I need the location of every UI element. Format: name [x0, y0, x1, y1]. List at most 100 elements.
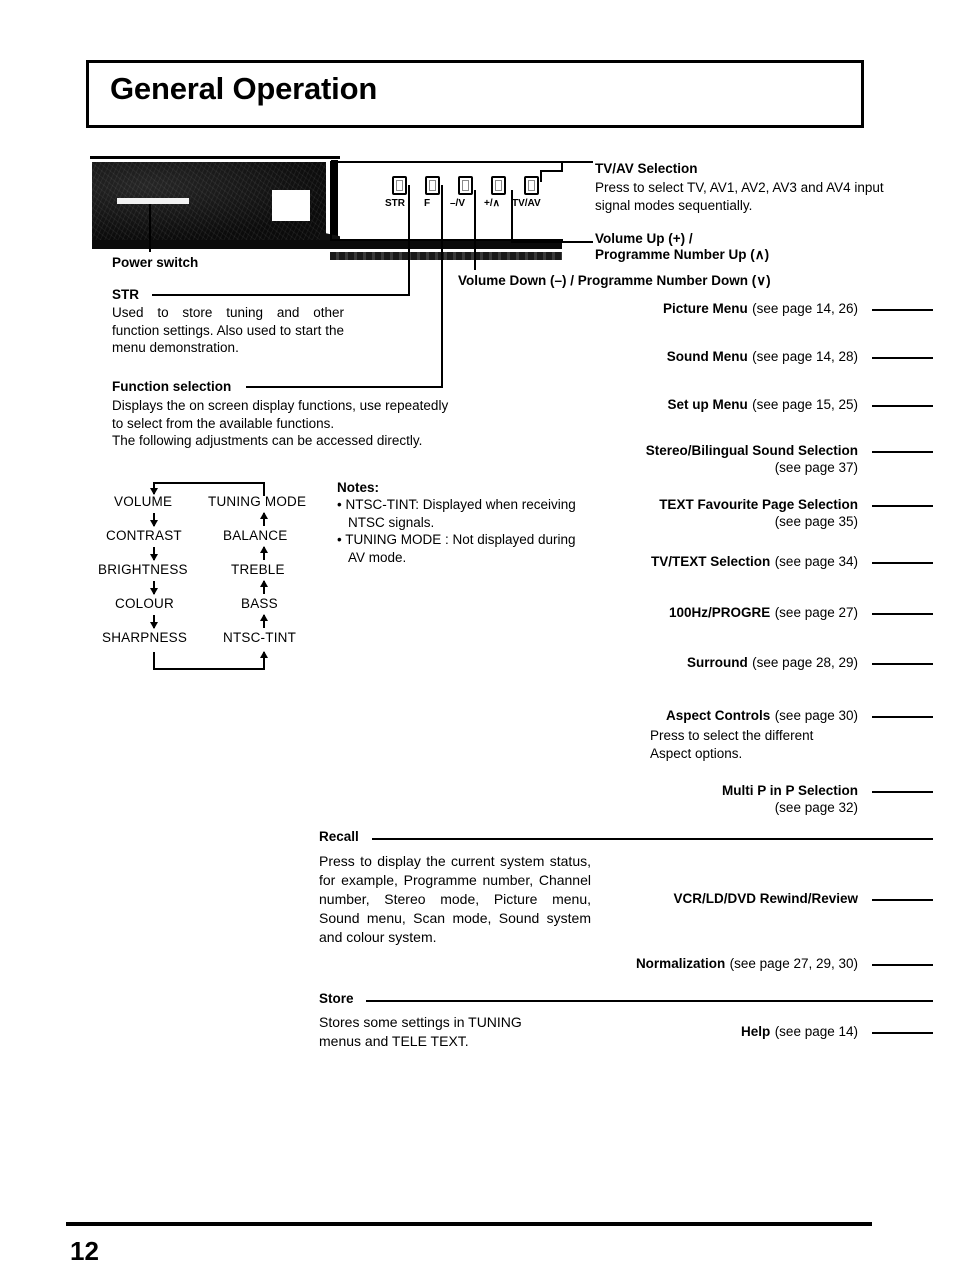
flow-left-4: COLOUR: [115, 596, 174, 611]
rc-leader-multi-pinp: [872, 791, 933, 793]
rc-normalization: Normalization (see page 27, 29, 30): [636, 955, 858, 973]
rc-surround-page: (see page 28, 29): [752, 655, 858, 670]
panel-bracket-top: [330, 161, 563, 163]
flow-arrow-r4: [260, 614, 268, 628]
rc-leader-text-favourite: [872, 505, 933, 507]
power-switch-leader: [149, 204, 151, 252]
flow-arrow-l4: [150, 615, 158, 629]
manual-page: General Operation Power switch STR F –/V…: [0, 0, 954, 1280]
rc-aspect-controls-name: Aspect Controls: [665, 708, 771, 723]
funcsel-line3: The following adjustments can be accesse…: [112, 433, 423, 448]
panel-button-label-f: F: [424, 198, 431, 209]
flow-right-4: BASS: [241, 596, 278, 611]
panel-button-f[interactable]: [425, 176, 440, 195]
rc-sound-menu: Sound Menu (see page 14, 28): [667, 348, 858, 366]
flow-arrow-r3: [260, 580, 268, 594]
store-line2: menus and TELE TEXT.: [319, 1033, 469, 1049]
callout-tvav: TV/AV Selection Press to select TV, AV1,…: [595, 161, 895, 214]
panel-button-str[interactable]: [392, 176, 407, 195]
rc-100hz-progre: 100Hz/PROGRE (see page 27): [669, 604, 858, 622]
flow-arrow-l3: [150, 581, 158, 595]
panel-bracket-left: [330, 161, 332, 241]
callout-volume-up: Volume Up (+) / Programme Number Up (∧): [595, 231, 769, 263]
rc-sound-menu-name: Sound Menu: [666, 349, 748, 364]
flow-arrow-into-ntsc: [260, 651, 268, 670]
notes-list: NTSC-TINT: Displayed when receiving NTSC…: [337, 496, 582, 566]
callout-store-heading: Store: [319, 991, 354, 1006]
rc-aspect-controls-page: (see page 30): [774, 708, 858, 723]
notes-block: Notes: NTSC-TINT: Displayed when receivi…: [337, 480, 582, 566]
note-item: TUNING MODE : Not displayed during AV mo…: [337, 531, 582, 566]
rc-leader-100hz-progre: [872, 613, 933, 615]
panel-button-label-voldown: –/V: [450, 198, 466, 209]
flow-top-bracket: [153, 482, 265, 484]
panel-button-volume-up[interactable]: [491, 176, 506, 195]
callout-volume-up-line2: Programme Number Up (∧): [595, 247, 769, 263]
callout-volume-down: Volume Down (–) / Programme Number Down …: [458, 273, 771, 288]
panel-button-volume-down[interactable]: [458, 176, 473, 195]
notes-title: Notes:: [337, 480, 380, 495]
rc-help-page: (see page 14): [774, 1024, 858, 1039]
flow-left-3: BRIGHTNESS: [98, 562, 188, 577]
rc-help-name: Help: [740, 1024, 771, 1039]
callout-function-selection: Function selection Displays the on scree…: [112, 379, 512, 450]
power-switch-label: Power switch: [112, 255, 199, 270]
flow-right-3: TREBLE: [231, 562, 285, 577]
callout-store-body: Stores some settings in TUNING menus and…: [319, 1013, 587, 1051]
aspect-line1: Press to select the different: [650, 728, 814, 743]
function-cycle-diagram: VOLUME CONTRAST BRIGHTNESS COLOUR SHARPN…: [98, 480, 338, 670]
note-item: NTSC-TINT: Displayed when receiving NTSC…: [337, 496, 582, 531]
recall-rule: [372, 838, 933, 840]
flow-arrow-r2: [260, 546, 268, 560]
page-number: 12: [70, 1236, 99, 1266]
rc-sound-menu-page: (see page 14, 28): [752, 349, 858, 364]
flow-right-1: TUNING MODE: [208, 494, 307, 509]
rc-100hz-progre-page: (see page 27): [774, 605, 858, 620]
rc-multi-pinp: Multi P in P Selection (see page 32): [722, 782, 858, 815]
rc-leader-tv-text: [872, 562, 933, 564]
aspect-line2: Aspect options.: [650, 745, 743, 761]
rc-normalization-name: Normalization: [635, 956, 726, 971]
callout-volume-up-line2-text: Programme Number Up (: [595, 247, 755, 262]
photo-highlight-rect: [272, 190, 310, 221]
voldown-leader-v: [474, 190, 476, 270]
callout-volume-up-line1: Volume Up (+) /: [595, 231, 693, 246]
bezel-strip-lower: [330, 252, 562, 260]
flow-bottom-bracket: [153, 668, 265, 670]
rc-aspect-controls-body: Press to select the different Aspect opt…: [650, 727, 858, 762]
rc-tv-text-page: (see page 34): [774, 554, 858, 569]
rc-stereo-bilingual: Stereo/Bilingual Sound Selection (see pa…: [646, 442, 858, 475]
power-switch-slot: [117, 198, 189, 204]
rc-leader-normalization: [872, 964, 933, 966]
rc-vcr-ld-dvd: VCR/LD/DVD Rewind/Review: [673, 890, 858, 908]
rc-picture-menu-page: (see page 14, 26): [752, 301, 858, 316]
rc-multi-pinp-name: Multi P in P Selection: [721, 783, 858, 798]
rc-setup-menu-name: Set up Menu: [667, 397, 748, 412]
rc-leader-setup-menu: [872, 405, 933, 407]
flow-left-1: VOLUME: [114, 494, 173, 509]
rc-picture-menu-name: Picture Menu: [662, 301, 748, 316]
flow-arrow-l2: [150, 547, 158, 561]
rc-leader-stereo-bilingual: [872, 451, 933, 453]
panel-button-label-volup: +/∧: [484, 198, 500, 209]
rc-vcr-ld-dvd-name: VCR/LD/DVD Rewind/Review: [673, 891, 858, 906]
panel-button-tvav[interactable]: [524, 176, 539, 195]
rc-help: Help (see page 14): [741, 1023, 858, 1041]
store-rule: [366, 1000, 933, 1002]
callout-tvav-heading: TV/AV Selection: [595, 161, 698, 176]
rc-stereo-bilingual-name: Stereo/Bilingual Sound Selection: [645, 443, 858, 458]
flow-right-5: NTSC-TINT: [223, 630, 297, 645]
volup-leader-v: [511, 190, 513, 242]
rc-surround-name: Surround: [686, 655, 748, 670]
flow-arrow-l1: [150, 513, 158, 527]
callout-str: STR Used to store tuning and other funct…: [112, 287, 344, 357]
rc-leader-help: [872, 1032, 933, 1034]
photo-top-edge: [90, 156, 340, 159]
callout-function-selection-heading: Function selection: [112, 379, 232, 394]
callout-str-heading: STR: [112, 287, 139, 302]
rc-text-favourite-name: TEXT Favourite Page Selection: [659, 497, 858, 512]
callout-recall-heading: Recall: [319, 829, 359, 844]
rc-leader-vcr-ld-dvd: [872, 899, 933, 901]
flow-left-2: CONTRAST: [106, 528, 182, 543]
rc-stereo-bilingual-sub: (see page 37): [774, 460, 858, 475]
